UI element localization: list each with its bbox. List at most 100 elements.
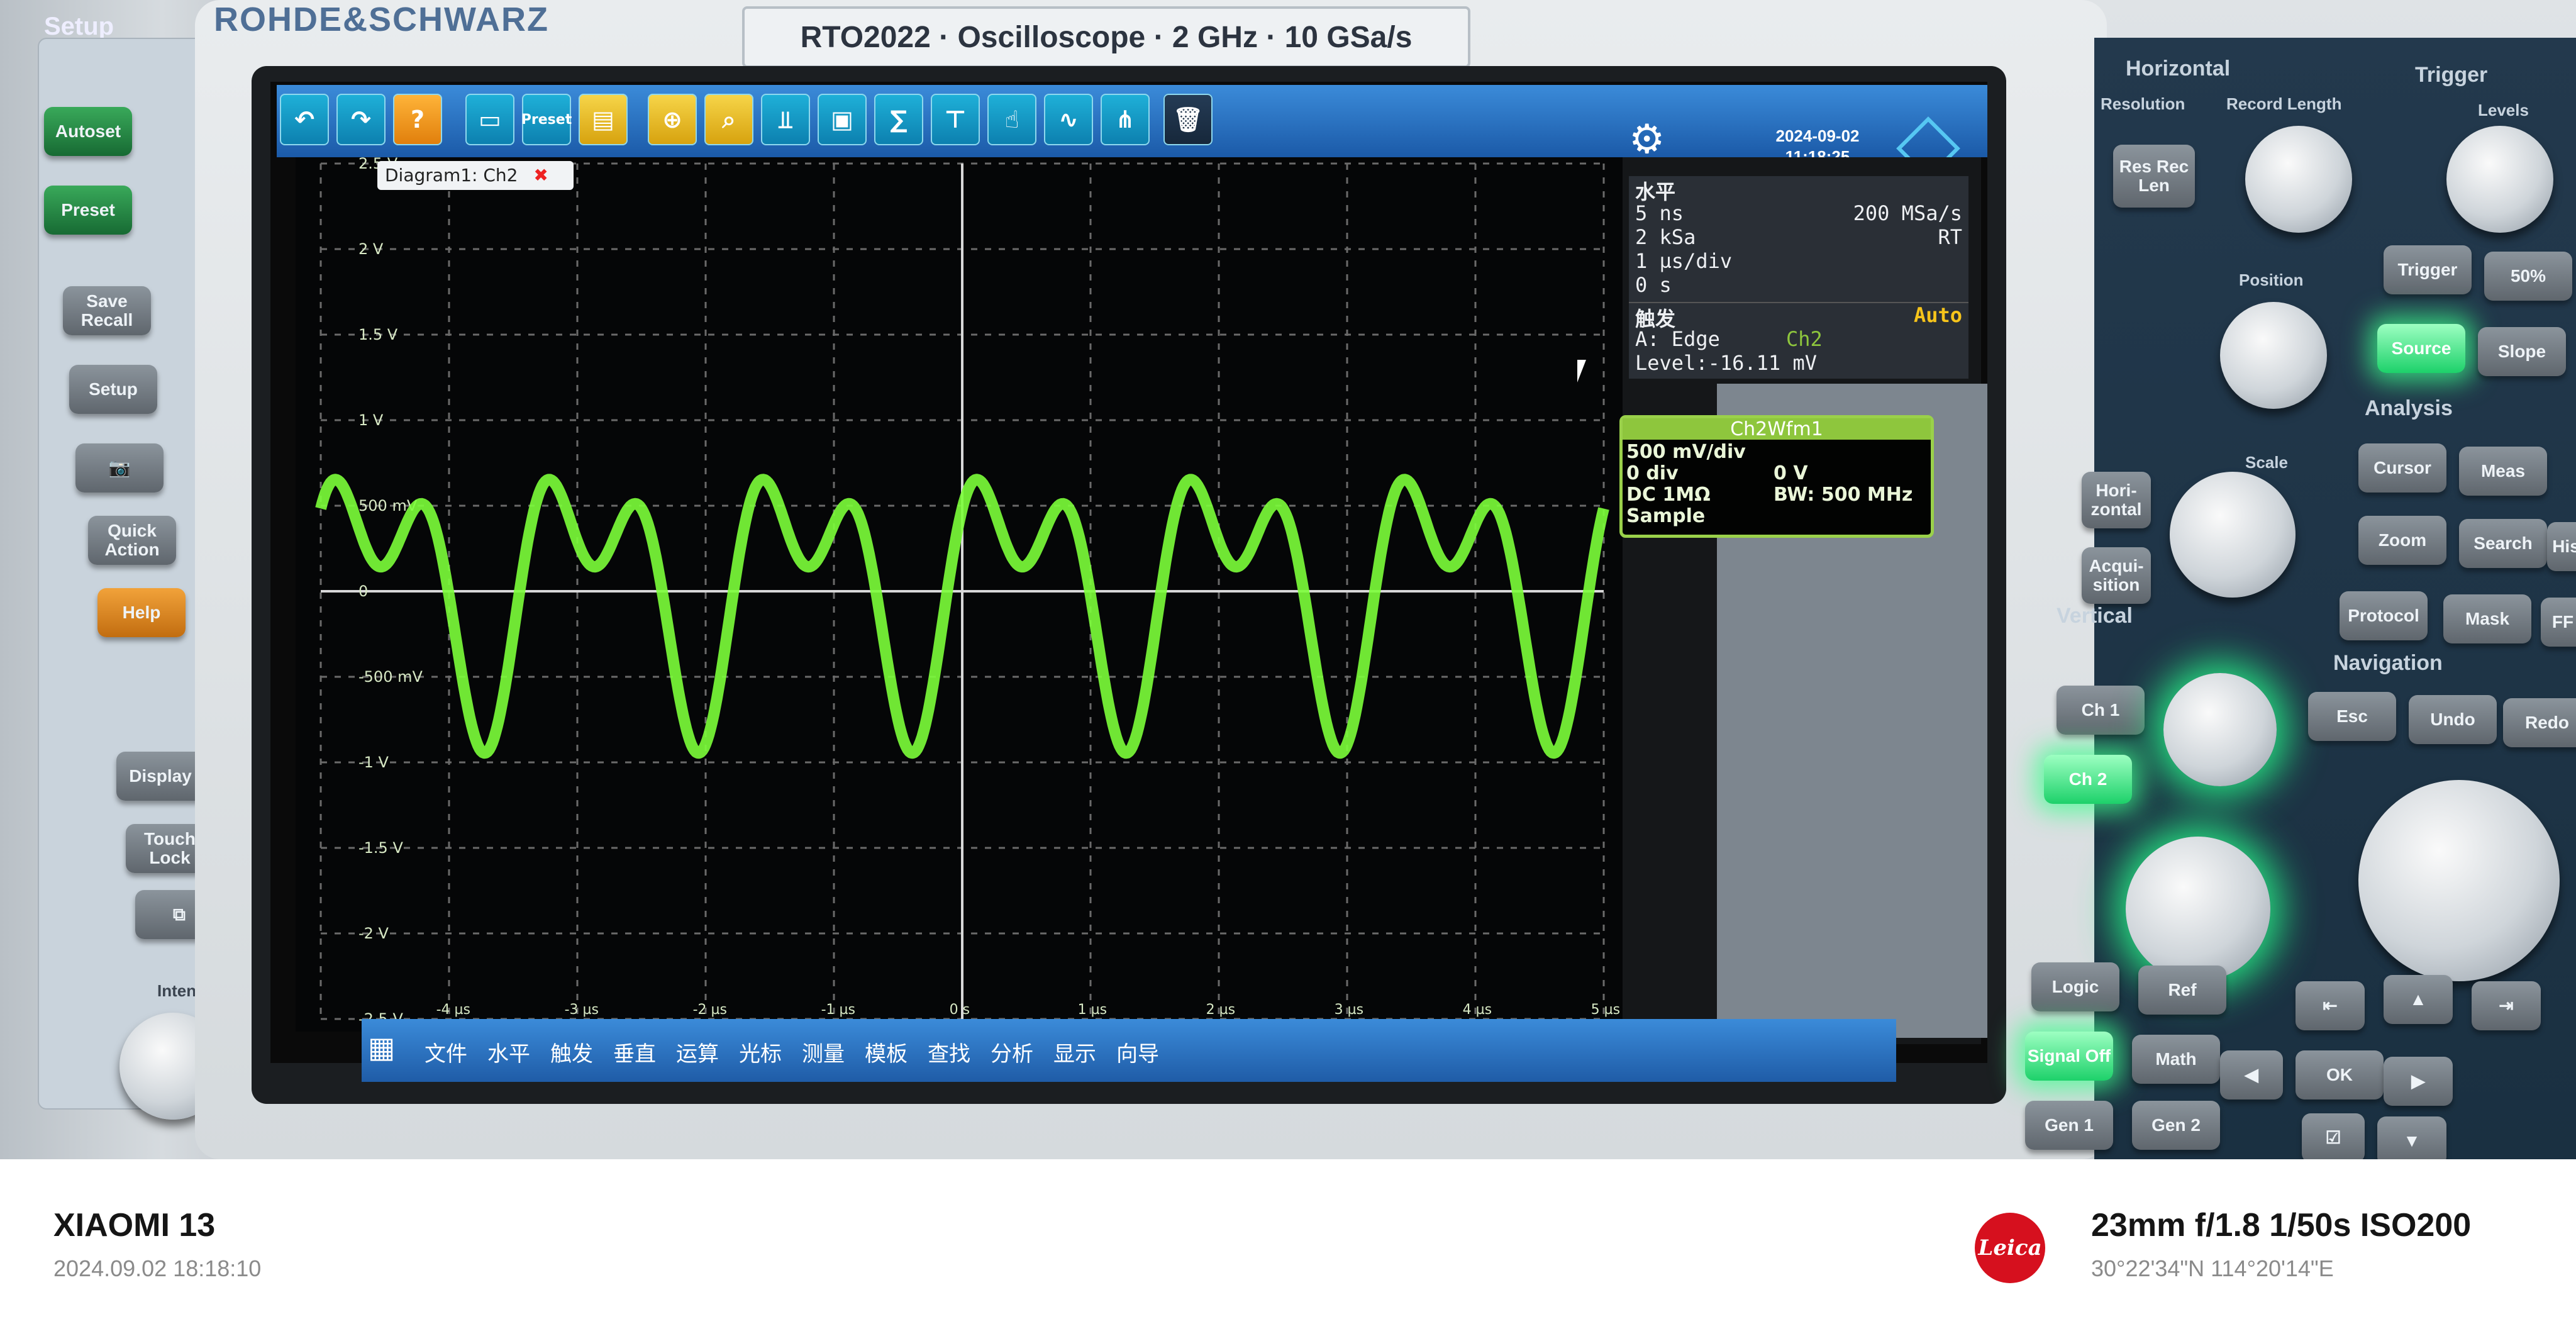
signal-off-button[interactable]: Signal Off <box>2025 1032 2113 1081</box>
up-button[interactable]: ▲ <box>2384 975 2453 1024</box>
x-tick-label: -2 µs <box>693 1002 727 1018</box>
ch1-button[interactable]: Ch 1 <box>2057 686 2145 735</box>
ref-button[interactable]: Ref <box>2138 966 2226 1015</box>
waveform-plot[interactable]: 2.5 V2 V1.5 V1 V500 mV0-500 mV-1 V-1.5 V… <box>296 155 1623 1032</box>
search-button[interactable]: Search <box>2459 519 2547 568</box>
home-button[interactable]: ⇤ <box>2296 981 2365 1030</box>
meas-button[interactable]: Meas <box>2459 447 2547 496</box>
menu-item[interactable]: 测量 <box>802 1037 845 1067</box>
horizontal-section-title: Horizontal <box>2126 57 2231 81</box>
trigger-button[interactable]: Trigger <box>2384 245 2472 294</box>
trigger-marker-icon[interactable]: ⊤ <box>931 94 980 145</box>
slope-button[interactable]: Slope <box>2478 327 2566 376</box>
mask-button[interactable]: Mask <box>2443 594 2531 643</box>
res-rec-len-button[interactable]: Res Rec Len <box>2113 145 2195 208</box>
math-button[interactable]: Math <box>2132 1035 2220 1084</box>
record-length-knob[interactable] <box>2245 126 2352 233</box>
check-button[interactable]: ☑ <box>2302 1113 2365 1159</box>
zoom-button[interactable]: Zoom <box>2358 516 2446 565</box>
gen1-button[interactable]: Gen 1 <box>2025 1101 2113 1150</box>
menu-item[interactable]: 触发 <box>550 1037 593 1067</box>
menu-item[interactable]: 水平 <box>487 1037 530 1067</box>
help-icon[interactable]: ? <box>393 94 442 145</box>
save-recall-button[interactable]: Save Recall <box>63 286 151 335</box>
x-tick-label: 1 µs <box>1078 1002 1107 1018</box>
protocol-button[interactable]: Protocol <box>2340 591 2428 640</box>
menu-item[interactable]: 文件 <box>425 1037 467 1067</box>
cursor-icon[interactable]: ⫫ <box>761 94 810 145</box>
bottom-menu: ▦ 文件 水平 触发 垂直 运算 光标 测量 模板 查找 分析 显示 向导 <box>362 1019 1896 1082</box>
esc-button[interactable]: Esc <box>2308 692 2396 741</box>
menu-item[interactable]: 运算 <box>676 1037 719 1067</box>
horizontal-button[interactable]: Hori- zontal <box>2082 472 2151 528</box>
ch2-button[interactable]: Ch 2 <box>2044 755 2132 804</box>
touch-icon[interactable]: ☝ <box>987 94 1036 145</box>
channel-scale: 500 mV/div <box>1626 441 1746 463</box>
end-button[interactable]: ⇥ <box>2472 981 2541 1030</box>
trigger-mode: Auto <box>1913 303 1962 327</box>
preset-icon[interactable]: Preset <box>521 94 572 145</box>
left-button[interactable]: ◀ <box>2220 1050 2283 1099</box>
quick-action-button[interactable]: Quick Action <box>88 516 176 565</box>
gen2-button[interactable]: Gen 2 <box>2132 1101 2220 1150</box>
forward-icon[interactable]: ↷ <box>336 94 386 145</box>
help-button[interactable]: Help <box>97 588 186 637</box>
fifty-percent-button[interactable]: 50% <box>2484 252 2572 301</box>
menu-item[interactable]: 分析 <box>991 1037 1033 1067</box>
folder-icon[interactable]: ▭ <box>465 94 514 145</box>
trigger-info[interactable]: 触发 Auto A: Edge Ch2 Level:-16.11 mV <box>1629 302 1968 379</box>
menu-item[interactable]: 光标 <box>739 1037 782 1067</box>
delete-icon[interactable]: 🗑 <box>1163 94 1213 145</box>
y-tick-label: 0 <box>358 582 368 600</box>
model-label: RTO2022 · Oscilloscope · 2 GHz · 10 GSa/… <box>742 6 1470 68</box>
ch1-scale-knob[interactable] <box>2163 673 2277 786</box>
position-knob[interactable] <box>2220 302 2327 409</box>
right-button[interactable]: ▶ <box>2384 1057 2453 1106</box>
channel-box[interactable]: Ch2Wfm1 500 mV/div 0 div 0 V DC 1MΩ BW: … <box>1619 415 1934 538</box>
acquisition-button[interactable]: Acqui- sition <box>2082 547 2151 604</box>
menu-item[interactable]: 向导 <box>1116 1037 1159 1067</box>
back-icon[interactable]: ↶ <box>280 94 329 145</box>
source-button[interactable]: Source <box>2377 324 2465 373</box>
menu-item[interactable]: 模板 <box>865 1037 908 1067</box>
scale-knob[interactable] <box>2170 472 2296 598</box>
camera-params: 23mm f/1.8 1/50s ISO200 <box>2091 1207 2472 1244</box>
arrow-up-icon: ▲ <box>2409 989 2427 1009</box>
zoom-icon[interactable]: ⊕ <box>648 94 697 145</box>
display-button[interactable]: Display <box>116 752 204 801</box>
apps-grid-icon[interactable]: ▦ <box>368 1030 412 1068</box>
camera-button[interactable]: 📷 <box>75 443 164 493</box>
mask-icon[interactable]: ∑ <box>874 94 923 145</box>
menu-item[interactable]: 显示 <box>1053 1037 1096 1067</box>
navigation-section-title: Navigation <box>2333 651 2443 675</box>
find-icon[interactable]: ⌕ <box>704 94 753 145</box>
undo-button[interactable]: Undo <box>2409 695 2497 744</box>
menu-item[interactable]: 垂直 <box>613 1037 656 1067</box>
autoset-button[interactable]: Autoset <box>44 107 132 156</box>
channel-coupling: DC 1MΩ <box>1626 484 1711 506</box>
ff-button[interactable]: FF <box>2541 598 2576 647</box>
y-tick-label: -1 V <box>358 754 389 771</box>
measure-icon[interactable]: ▣ <box>818 94 867 145</box>
cursor-button[interactable]: Cursor <box>2358 443 2446 493</box>
network-icon[interactable]: ⋔ <box>1101 94 1150 145</box>
toolbar: ↶ ↷ ? ▭ Preset ▤ ⊕ ⌕ ⫫ ▣ ∑ ⊤ ☝ ∿ ⋔ 🗑 <box>277 85 1987 157</box>
trigger-level-knob[interactable] <box>2446 126 2553 233</box>
menu-item[interactable]: 查找 <box>928 1037 970 1067</box>
time-div: 1 µs/div <box>1635 249 1733 273</box>
redo-button[interactable]: Redo <box>2503 698 2576 747</box>
diagram-tab[interactable]: Diagram1: Ch2 ✖ <box>377 161 574 190</box>
horizontal-info[interactable]: 水平 5 ns 200 MSa/s 2 kSa RT 1 µs/div 0 s <box>1629 176 1968 302</box>
ch2-scale-knob[interactable] <box>2126 837 2270 981</box>
signal-icon[interactable]: ∿ <box>1044 94 1093 145</box>
hist-button[interactable]: His <box>2547 522 2576 571</box>
down-button[interactable]: ▼ <box>2377 1116 2446 1159</box>
preset-button[interactable]: Preset <box>44 186 132 235</box>
setup-button[interactable]: Setup <box>69 365 157 414</box>
ok-button[interactable]: OK <box>2296 1050 2384 1099</box>
logic-button[interactable]: Logic <box>2031 962 2119 1011</box>
app-icon[interactable]: ▤ <box>579 94 628 145</box>
photo-area: Setup Autoset Preset Save Recall Setup 📷… <box>0 0 2576 1159</box>
close-icon[interactable]: ✖ <box>533 165 548 186</box>
navigation-wheel[interactable] <box>2358 780 2560 981</box>
